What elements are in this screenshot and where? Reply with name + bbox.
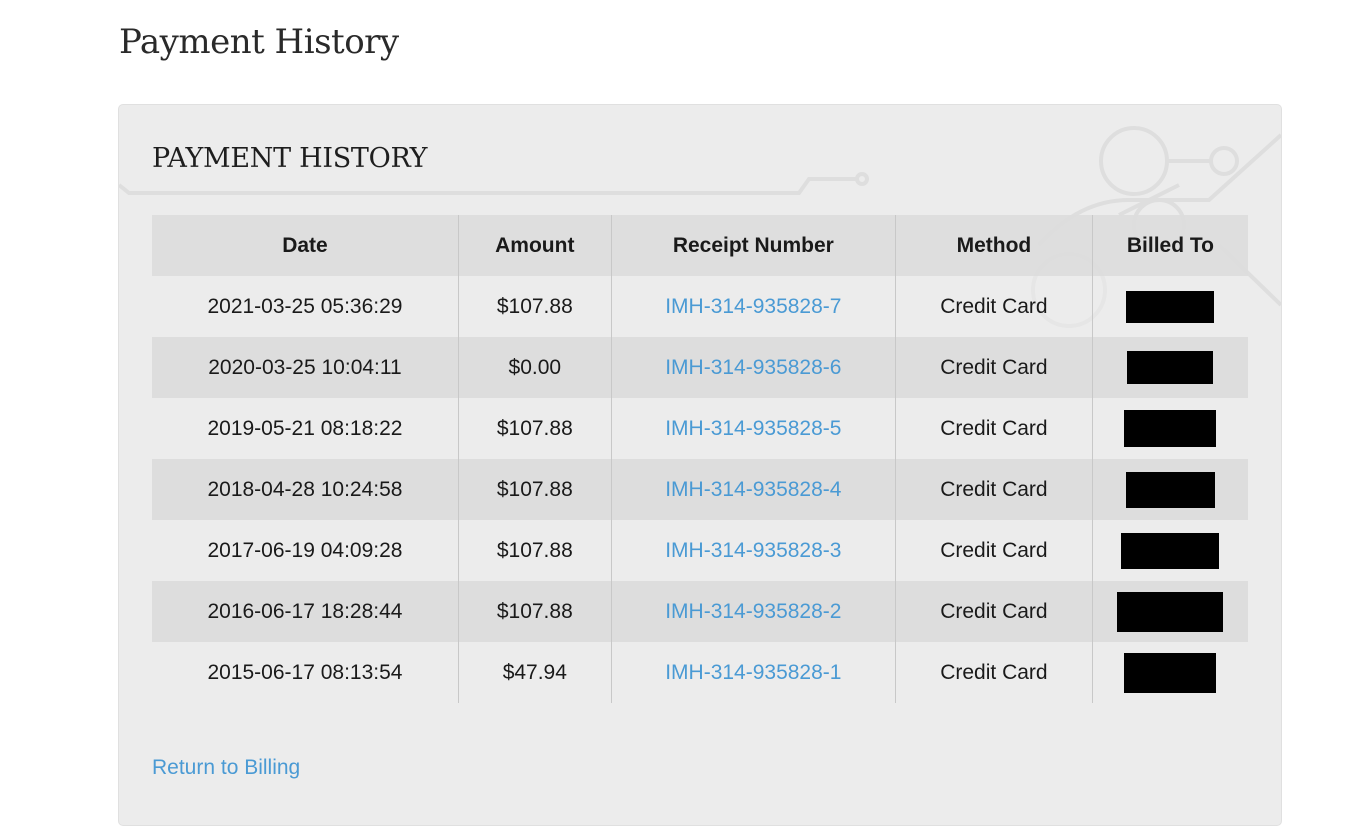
column-header-amount[interactable]: Amount xyxy=(457,215,612,276)
receipt-cell: IMH-314-935828-3 xyxy=(610,520,896,581)
method-cell: Credit Card xyxy=(895,459,1093,520)
billed-to-cell xyxy=(1091,337,1248,398)
date-cell: 2021-03-25 05:36:29 xyxy=(152,276,459,337)
amount-cell: $0.00 xyxy=(457,337,612,398)
table-row: 2017-06-19 04:09:28 $107.88 IMH-314-9358… xyxy=(152,520,1248,581)
redaction-box xyxy=(1126,290,1215,323)
date-cell: 2020-03-25 10:04:11 xyxy=(152,337,459,398)
receipt-cell: IMH-314-935828-7 xyxy=(610,276,896,337)
billed-to-cell xyxy=(1091,520,1248,581)
receipt-link[interactable]: IMH-314-935828-2 xyxy=(665,600,841,623)
panel-title: PAYMENT HISTORY xyxy=(152,143,428,174)
table-row: 2015-06-17 08:13:54 $47.94 IMH-314-93582… xyxy=(152,642,1248,703)
billed-to-cell xyxy=(1091,459,1248,520)
date-cell: 2017-06-19 04:09:28 xyxy=(152,520,459,581)
receipt-cell: IMH-314-935828-6 xyxy=(610,337,896,398)
payment-history-table: Date Amount Receipt Number Method Billed… xyxy=(152,215,1248,703)
column-header-billed-to[interactable]: Billed To xyxy=(1091,215,1248,276)
receipt-cell: IMH-314-935828-5 xyxy=(610,398,896,459)
redaction-box xyxy=(1127,351,1214,384)
receipt-link[interactable]: IMH-314-935828-7 xyxy=(665,295,841,318)
amount-cell: $107.88 xyxy=(457,581,612,642)
redaction-box xyxy=(1124,652,1217,693)
receipt-link[interactable]: IMH-314-935828-6 xyxy=(665,356,841,379)
billed-to-cell xyxy=(1091,642,1248,703)
amount-cell: $47.94 xyxy=(457,642,612,703)
table-row: 2019-05-21 08:18:22 $107.88 IMH-314-9358… xyxy=(152,398,1248,459)
date-cell: 2016-06-17 18:28:44 xyxy=(152,581,459,642)
column-header-method[interactable]: Method xyxy=(895,215,1093,276)
redaction-box xyxy=(1117,591,1224,632)
redaction-box xyxy=(1124,410,1217,447)
receipt-cell: IMH-314-935828-2 xyxy=(610,581,896,642)
date-cell: 2015-06-17 08:13:54 xyxy=(152,642,459,703)
receipt-cell: IMH-314-935828-1 xyxy=(610,642,896,703)
table-row: 2020-03-25 10:04:11 $0.00 IMH-314-935828… xyxy=(152,337,1248,398)
billed-to-cell xyxy=(1091,581,1248,642)
column-header-date[interactable]: Date xyxy=(152,215,459,276)
method-cell: Credit Card xyxy=(895,581,1093,642)
amount-cell: $107.88 xyxy=(457,398,612,459)
method-cell: Credit Card xyxy=(895,520,1093,581)
table-row: 2016-06-17 18:28:44 $107.88 IMH-314-9358… xyxy=(152,581,1248,642)
table-row: 2018-04-28 10:24:58 $107.88 IMH-314-9358… xyxy=(152,459,1248,520)
receipt-link[interactable]: IMH-314-935828-3 xyxy=(665,539,841,562)
method-cell: Credit Card xyxy=(895,642,1093,703)
amount-cell: $107.88 xyxy=(457,459,612,520)
method-cell: Credit Card xyxy=(895,398,1093,459)
receipt-link[interactable]: IMH-314-935828-4 xyxy=(665,478,841,501)
amount-cell: $107.88 xyxy=(457,520,612,581)
table-row: 2021-03-25 05:36:29 $107.88 IMH-314-9358… xyxy=(152,276,1248,337)
method-cell: Credit Card xyxy=(895,276,1093,337)
table-header-row: Date Amount Receipt Number Method Billed… xyxy=(152,215,1248,276)
column-header-receipt-number[interactable]: Receipt Number xyxy=(610,215,896,276)
redaction-box xyxy=(1121,532,1220,569)
amount-cell: $107.88 xyxy=(457,276,612,337)
payment-history-panel: PAYMENT HISTORY Date Amount Receipt Numb… xyxy=(118,104,1282,826)
receipt-link[interactable]: IMH-314-935828-1 xyxy=(665,661,841,684)
return-to-billing-link[interactable]: Return to Billing xyxy=(152,756,300,780)
billed-to-cell xyxy=(1091,398,1248,459)
date-cell: 2019-05-21 08:18:22 xyxy=(152,398,459,459)
redaction-box xyxy=(1125,471,1215,508)
billed-to-cell xyxy=(1091,276,1248,337)
page-title: Payment History xyxy=(119,22,399,62)
receipt-cell: IMH-314-935828-4 xyxy=(610,459,896,520)
date-cell: 2018-04-28 10:24:58 xyxy=(152,459,459,520)
method-cell: Credit Card xyxy=(895,337,1093,398)
receipt-link[interactable]: IMH-314-935828-5 xyxy=(665,417,841,440)
